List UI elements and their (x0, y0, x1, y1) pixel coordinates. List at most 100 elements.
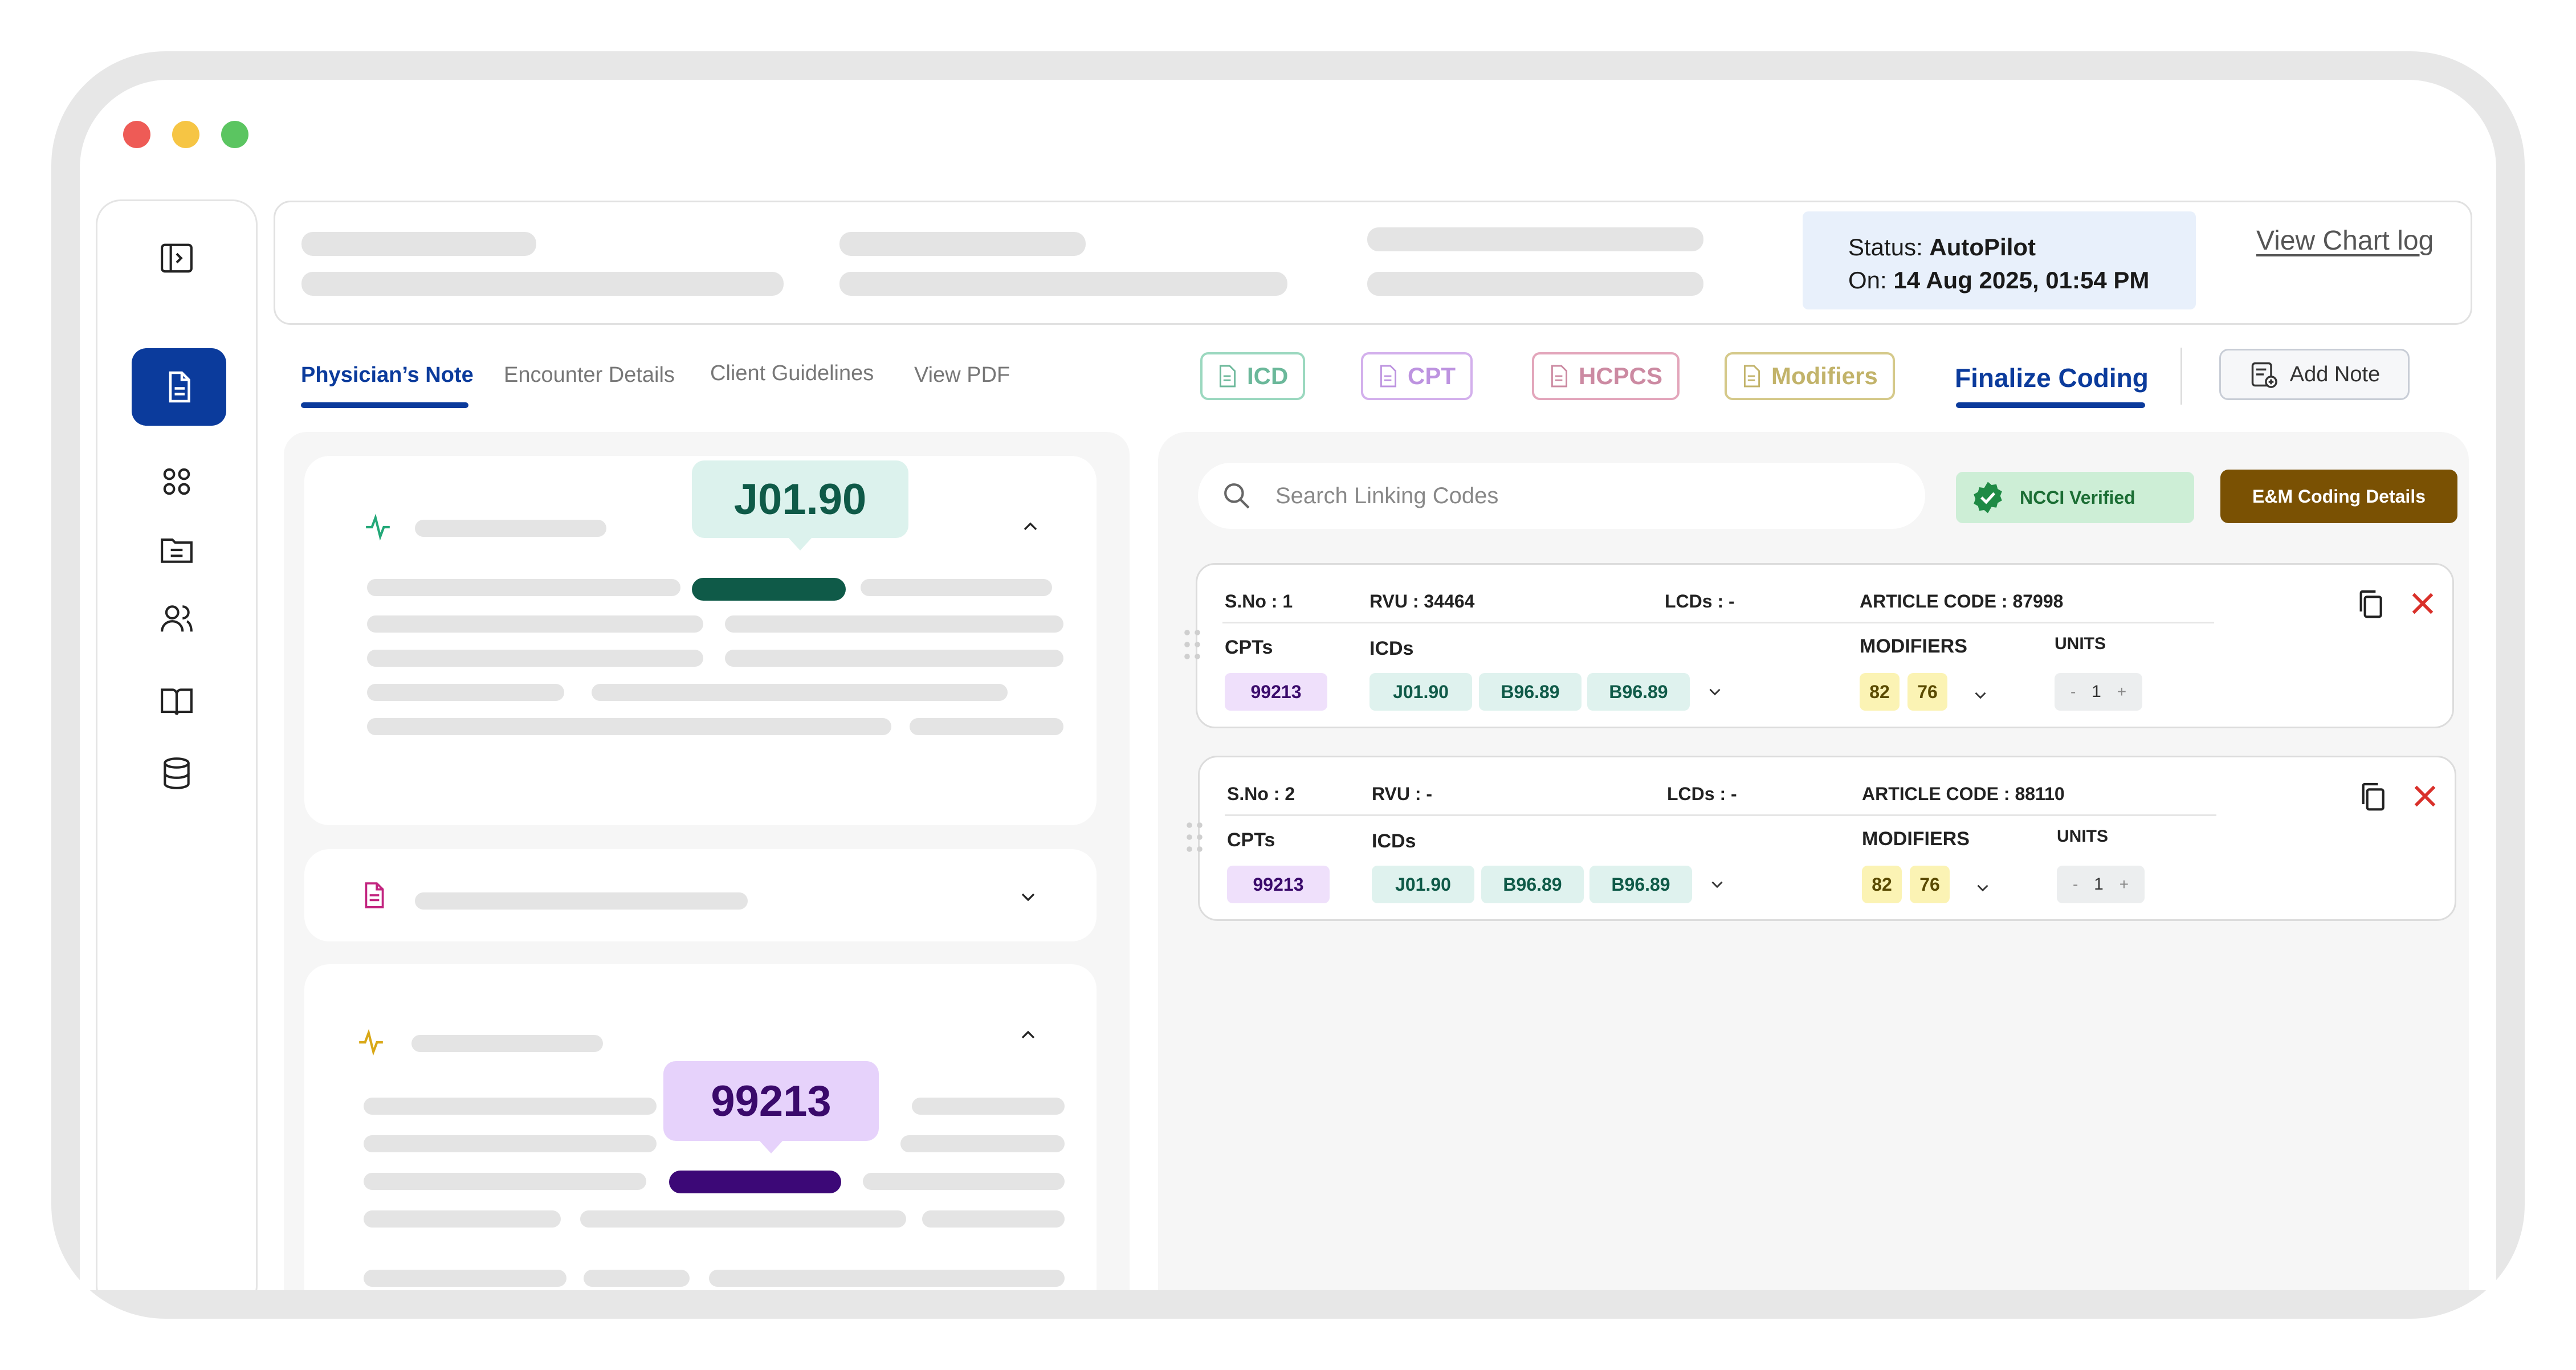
chevron-down-icon[interactable] (1703, 682, 1726, 702)
minimize-window-button[interactable] (172, 121, 199, 148)
active-tab-indicator (301, 402, 468, 408)
folder-icon (161, 538, 193, 563)
modifier-chip[interactable]: 76 (1910, 866, 1950, 903)
units-decrement[interactable]: - (2073, 875, 2078, 894)
icd-highlight-bar[interactable] (692, 578, 846, 601)
units-increment[interactable]: + (2120, 875, 2129, 894)
finalize-tab-indicator (1956, 402, 2145, 408)
modifier-chip[interactable]: 82 (1862, 866, 1902, 903)
maximize-window-button[interactable] (221, 121, 248, 148)
article-code: ARTICLE CODE : 88110 (1862, 784, 2065, 804)
sidebar-item-users[interactable] (97, 584, 256, 653)
users-icon (161, 605, 193, 632)
cpt-highlight-bubble[interactable]: 99213 (663, 1061, 879, 1141)
skeleton-line (725, 650, 1063, 667)
document-icon (1743, 365, 1760, 388)
icd-chip[interactable]: B96.89 (1589, 866, 1692, 903)
tab-view-pdf[interactable]: View PDF (914, 363, 1010, 388)
copy-icon[interactable] (2357, 780, 2388, 812)
units-increment[interactable]: + (2117, 683, 2126, 701)
units-decrement[interactable]: - (2070, 683, 2076, 701)
status-label: Status: (1848, 234, 1923, 260)
icd-chip[interactable]: B96.89 (1481, 866, 1584, 903)
icd-highlight-bubble[interactable]: J01.90 (692, 460, 908, 538)
skeleton-line (1367, 272, 1703, 296)
toggle-sidebar-button[interactable] (97, 224, 256, 292)
delete-close-icon[interactable] (2407, 588, 2439, 619)
serial-number: S.No : 2 (1227, 784, 1295, 804)
status-panel: Status: AutoPilot On: 14 Aug 2025, 01:54… (1803, 211, 2196, 309)
divider (2180, 348, 2182, 405)
em-coding-details-button[interactable]: E&M Coding Details (2220, 470, 2457, 523)
status-date: 14 Aug 2025, 01:54 PM (1893, 267, 2150, 293)
cpts-label: CPTs (1227, 829, 1275, 851)
tab-physicians-note[interactable]: Physician’s Note (301, 363, 474, 388)
encounter-header: Status: AutoPilot On: 14 Aug 2025, 01:54… (274, 201, 2472, 325)
cpt-chip[interactable]: 99213 (1227, 866, 1330, 903)
tab-encounter-details[interactable]: Encounter Details (504, 363, 675, 388)
chevron-down-icon[interactable] (1969, 686, 1992, 705)
tab-cpt[interactable]: CPT (1361, 352, 1473, 400)
icds-label: ICDs (1372, 830, 1416, 852)
cpts-label: CPTs (1225, 637, 1273, 658)
note-section-card (304, 849, 1097, 941)
tab-hcpcs-label: HCPCS (1579, 362, 1663, 389)
view-chart-log-link[interactable]: View Chart log (2256, 225, 2434, 256)
note-section-card: J01.90 (304, 456, 1097, 825)
modifier-chip[interactable]: 82 (1860, 673, 1900, 711)
cpt-highlight-bar[interactable] (669, 1171, 841, 1193)
icd-chip[interactable]: B96.89 (1587, 673, 1690, 711)
units-stepper[interactable]: - 1 + (2057, 866, 2145, 903)
search-bar[interactable] (1198, 463, 1925, 529)
icd-chip[interactable]: J01.90 (1369, 673, 1472, 711)
chevron-up-icon[interactable] (1017, 1024, 1040, 1046)
sidebar-item-apps[interactable] (97, 447, 256, 516)
search-icon (1224, 483, 1250, 509)
skeleton-line (839, 232, 1086, 256)
chevron-down-icon[interactable] (1706, 875, 1729, 894)
copy-icon[interactable] (2354, 588, 2386, 619)
close-window-button[interactable] (123, 121, 150, 148)
cpt-chip[interactable]: 99213 (1225, 673, 1327, 711)
row-divider (1225, 814, 2216, 816)
icd-chip[interactable]: J01.90 (1372, 866, 1474, 903)
sidebar-item-folders[interactable] (97, 516, 256, 584)
skeleton-line (367, 615, 703, 633)
skeleton-line (922, 1210, 1065, 1228)
lcds-value: LCDs : - (1665, 591, 1735, 611)
units-stepper[interactable]: - 1 + (2055, 673, 2142, 711)
add-note-button[interactable]: Add Note (2219, 349, 2410, 400)
sidebar-item-documents[interactable] (132, 348, 226, 426)
linking-code-row: S.No : 2 RVU : - LCDs : - ARTICLE CODE :… (1187, 756, 2456, 921)
skeleton-line (364, 1173, 646, 1190)
modifiers-label: MODIFIERS (1860, 635, 1967, 657)
icd-chip[interactable]: B96.89 (1479, 673, 1582, 711)
drag-handle-icon[interactable] (1186, 820, 1203, 854)
skeleton-line (364, 1210, 561, 1228)
skeleton-line (725, 615, 1063, 633)
app-window: Status: AutoPilot On: 14 Aug 2025, 01:54… (80, 80, 2496, 1290)
delete-close-icon[interactable] (2409, 780, 2441, 812)
modifier-chip[interactable]: 76 (1907, 673, 1947, 711)
document-icon (365, 882, 384, 908)
tab-icd[interactable]: ICD (1200, 352, 1306, 400)
search-input[interactable] (1275, 483, 1788, 509)
database-icon (164, 757, 190, 789)
drag-handle-icon[interactable] (1184, 627, 1201, 662)
chevron-up-icon[interactable] (1019, 515, 1042, 538)
skeleton-line (367, 579, 680, 596)
skeleton-line (709, 1270, 1065, 1287)
on-label: On: (1848, 267, 1887, 293)
units-label: UNITS (2057, 827, 2108, 846)
chevron-down-icon[interactable] (1017, 886, 1040, 908)
tab-modifiers[interactable]: Modifiers (1725, 352, 1895, 400)
tab-client-guidelines[interactable]: Client Guidelines (710, 361, 874, 386)
tab-finalize-coding[interactable]: Finalize Coding (1955, 362, 2149, 393)
modifiers-label: MODIFIERS (1862, 828, 1970, 850)
sidebar-item-database[interactable] (97, 739, 256, 808)
physician-note-panel: J01.90 99213 (284, 432, 1130, 1290)
icds-label: ICDs (1369, 638, 1414, 659)
chevron-down-icon[interactable] (1971, 878, 1994, 898)
tab-hcpcs[interactable]: HCPCS (1532, 352, 1680, 400)
sidebar-item-library[interactable] (97, 667, 256, 736)
